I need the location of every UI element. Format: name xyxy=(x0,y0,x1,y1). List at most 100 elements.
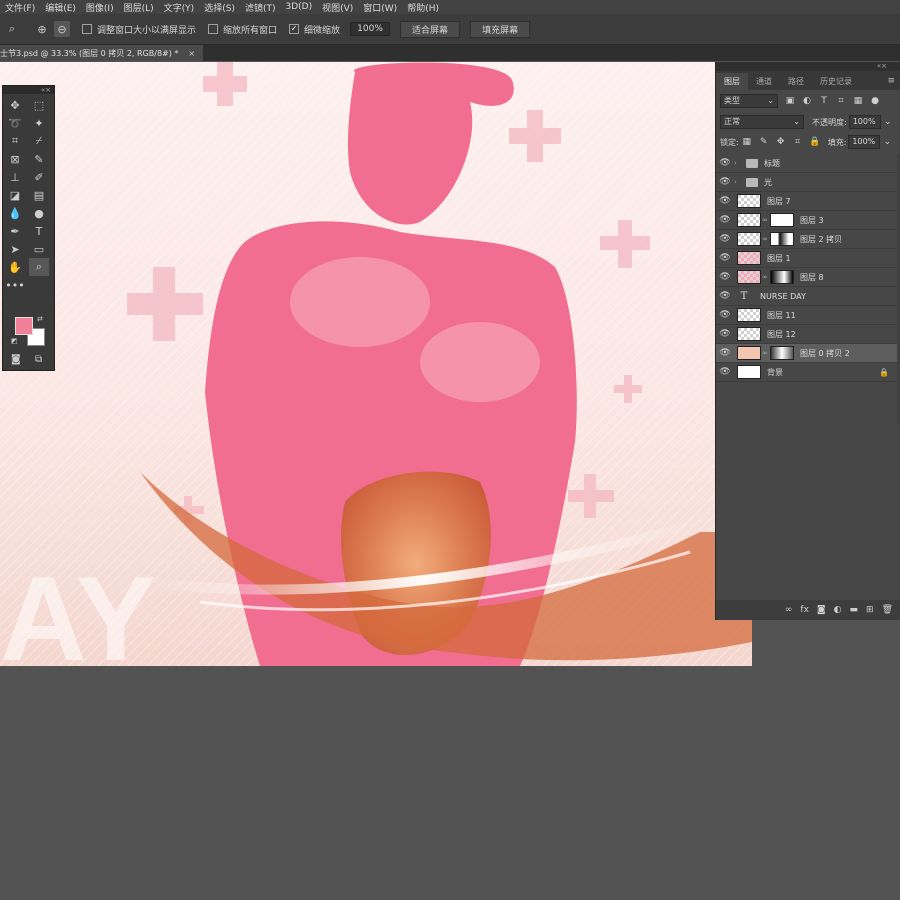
filter-type-icon[interactable]: T xyxy=(819,96,829,106)
opacity-input[interactable]: 100% xyxy=(848,115,881,129)
stamp-tool-icon[interactable]: ⊥ xyxy=(5,168,25,186)
toolbox-collapse-icon[interactable]: «× xyxy=(3,86,54,94)
blur-tool-icon[interactable]: 💧 xyxy=(5,204,25,222)
eraser-tool-icon[interactable]: ◪ xyxy=(5,186,25,204)
chain-link-icon[interactable]: ∞ xyxy=(762,235,768,243)
tab-layers[interactable]: 图层 xyxy=(716,73,748,90)
eye-icon[interactable]: 👁 xyxy=(716,215,734,225)
swap-colors-icon[interactable]: ⇄ xyxy=(37,315,43,323)
adjustment-layer-icon[interactable]: ◐ xyxy=(834,605,842,615)
lock-all-icon[interactable]: 🔒 xyxy=(809,137,820,147)
gradient-tool-icon[interactable]: ▤ xyxy=(29,186,49,204)
chevron-right-icon[interactable]: › xyxy=(734,159,742,167)
zoom-value-button[interactable]: 100% xyxy=(350,22,391,36)
layer-row-11[interactable]: 👁 图层 11 xyxy=(716,306,900,325)
eye-icon[interactable]: 👁 xyxy=(716,367,734,377)
fit-screen-button[interactable]: 适合屏幕 xyxy=(400,20,461,38)
marquee-tool-icon[interactable]: ⬚ xyxy=(29,96,49,114)
fill-input[interactable]: 100% xyxy=(848,135,881,149)
lasso-tool-icon[interactable]: ➰ xyxy=(5,114,25,132)
eye-icon[interactable]: 👁 xyxy=(716,158,734,168)
layer-row-group-title[interactable]: 👁 › 标题 xyxy=(716,154,900,173)
menu-layer[interactable]: 图层(L) xyxy=(119,1,159,14)
layer-mask-thumbnail[interactable] xyxy=(770,346,794,360)
eye-icon[interactable]: 👁 xyxy=(716,253,734,263)
eye-icon[interactable]: 👁 xyxy=(716,310,734,320)
zoom-tool-preset-icon[interactable]: ⌕ xyxy=(4,21,20,37)
screen-mode-icon[interactable]: ⧉ xyxy=(35,354,42,365)
zoom-in-icon[interactable]: ⊕ xyxy=(34,21,50,37)
fx-icon[interactable]: fx xyxy=(800,605,809,615)
menu-select[interactable]: 选择(S) xyxy=(199,1,240,14)
default-colors-icon[interactable]: ◩ xyxy=(11,337,18,345)
shape-tool-icon[interactable]: ▭ xyxy=(29,240,49,258)
pen-tool-icon[interactable]: ✒ xyxy=(5,222,25,240)
eye-icon[interactable]: 👁 xyxy=(716,329,734,339)
eyedropper-tool-icon[interactable]: ⌿ xyxy=(29,132,49,150)
add-mask-icon[interactable]: ◙ xyxy=(817,605,826,615)
menu-window[interactable]: 窗口(W) xyxy=(358,1,402,14)
menu-type[interactable]: 文字(Y) xyxy=(159,1,200,14)
magic-wand-icon[interactable]: ✦ xyxy=(29,114,49,132)
menu-image[interactable]: 图像(I) xyxy=(81,1,119,14)
panel-collapse-icon[interactable]: «× xyxy=(716,62,900,71)
history-brush-icon[interactable]: ✐ xyxy=(29,168,49,186)
brush-tool-icon[interactable]: ✎ xyxy=(29,150,49,168)
eye-icon[interactable]: 👁 xyxy=(716,196,734,206)
quick-mask-icon[interactable]: ◙ xyxy=(11,354,21,365)
link-layers-icon[interactable]: ∞ xyxy=(785,605,793,615)
filter-kind-select[interactable]: 类型 ⌄ xyxy=(720,94,778,108)
type-tool-icon[interactable]: T xyxy=(29,222,49,240)
layer-row-background[interactable]: 👁 背景 🔒 xyxy=(716,363,900,382)
filter-adjustment-icon[interactable]: ◐ xyxy=(802,96,812,106)
zoom-out-icon[interactable]: ⊖ xyxy=(54,21,70,37)
menu-file[interactable]: 文件(F) xyxy=(0,1,40,14)
chain-link-icon[interactable]: ∞ xyxy=(762,273,768,281)
eye-icon[interactable]: 👁 xyxy=(716,234,734,244)
eye-icon[interactable]: 👁 xyxy=(716,177,734,187)
chevron-down-icon[interactable]: ⌄ xyxy=(883,117,893,127)
layer-mask-thumbnail[interactable] xyxy=(770,213,794,227)
filter-toggle-icon[interactable]: ● xyxy=(870,96,880,106)
zoom-tool-icon[interactable]: ⌕ xyxy=(29,258,49,276)
layer-row-1[interactable]: 👁 图层 1 xyxy=(716,249,900,268)
layer-mask-thumbnail[interactable] xyxy=(770,270,794,284)
layer-row-text-nurse-day[interactable]: 👁 T NURSE DAY xyxy=(716,287,900,306)
move-tool-icon[interactable]: ✥ xyxy=(5,96,25,114)
lock-transparent-icon[interactable]: ▦ xyxy=(742,137,752,147)
eye-icon[interactable]: 👁 xyxy=(716,348,734,358)
new-layer-icon[interactable]: ⊞ xyxy=(866,605,874,615)
document-canvas[interactable]: AY xyxy=(0,62,752,666)
zoom-all-checkbox[interactable]: 缩放所有窗口 xyxy=(208,23,277,36)
filter-shape-icon[interactable]: ⌗ xyxy=(836,96,846,106)
dodge-tool-icon[interactable]: ● xyxy=(29,204,49,222)
scrubby-zoom-checkbox[interactable]: ✓ 细微缩放 xyxy=(289,23,340,36)
close-icon[interactable]: × xyxy=(188,49,195,58)
lock-position-icon[interactable]: ✥ xyxy=(776,137,786,147)
layer-row-12[interactable]: 👁 图层 12 xyxy=(716,325,900,344)
filter-smart-object-icon[interactable]: ▦ xyxy=(853,96,863,106)
blend-mode-select[interactable]: 正常 ⌄ xyxy=(720,115,804,129)
tab-paths[interactable]: 路径 xyxy=(780,73,812,90)
chevron-down-icon[interactable]: ⌄ xyxy=(882,137,892,147)
tab-history[interactable]: 历史记录 xyxy=(812,73,860,90)
tab-channels[interactable]: 通道 xyxy=(748,73,780,90)
fill-screen-button[interactable]: 填充屏幕 xyxy=(470,20,531,38)
resize-windows-checkbox[interactable]: 调整窗口大小以满屏显示 xyxy=(82,23,196,36)
layer-row-0-copy-2[interactable]: 👁 ∞ 图层 0 拷贝 2 xyxy=(716,344,900,363)
lock-pixels-icon[interactable]: ✎ xyxy=(759,137,769,147)
filter-pixel-icon[interactable]: ▣ xyxy=(785,96,795,106)
path-select-icon[interactable]: ➤ xyxy=(5,240,25,258)
chevron-right-icon[interactable]: › xyxy=(734,178,742,186)
layer-row-group-light[interactable]: 👁 › 光 xyxy=(716,173,900,192)
layer-row-8[interactable]: 👁 ∞ 图层 8 xyxy=(716,268,900,287)
menu-help[interactable]: 帮助(H) xyxy=(402,1,444,14)
eye-icon[interactable]: 👁 xyxy=(716,272,734,282)
chain-link-icon[interactable]: ∞ xyxy=(762,216,768,224)
hand-tool-icon[interactable]: ✋ xyxy=(5,258,25,276)
trash-icon[interactable]: 🗑 xyxy=(882,605,893,615)
layer-mask-thumbnail[interactable] xyxy=(770,232,794,246)
lock-artboard-icon[interactable]: ⌗ xyxy=(793,137,803,147)
layer-row-3[interactable]: 👁 ∞ 图层 3 xyxy=(716,211,900,230)
menu-view[interactable]: 视图(V) xyxy=(317,1,358,14)
